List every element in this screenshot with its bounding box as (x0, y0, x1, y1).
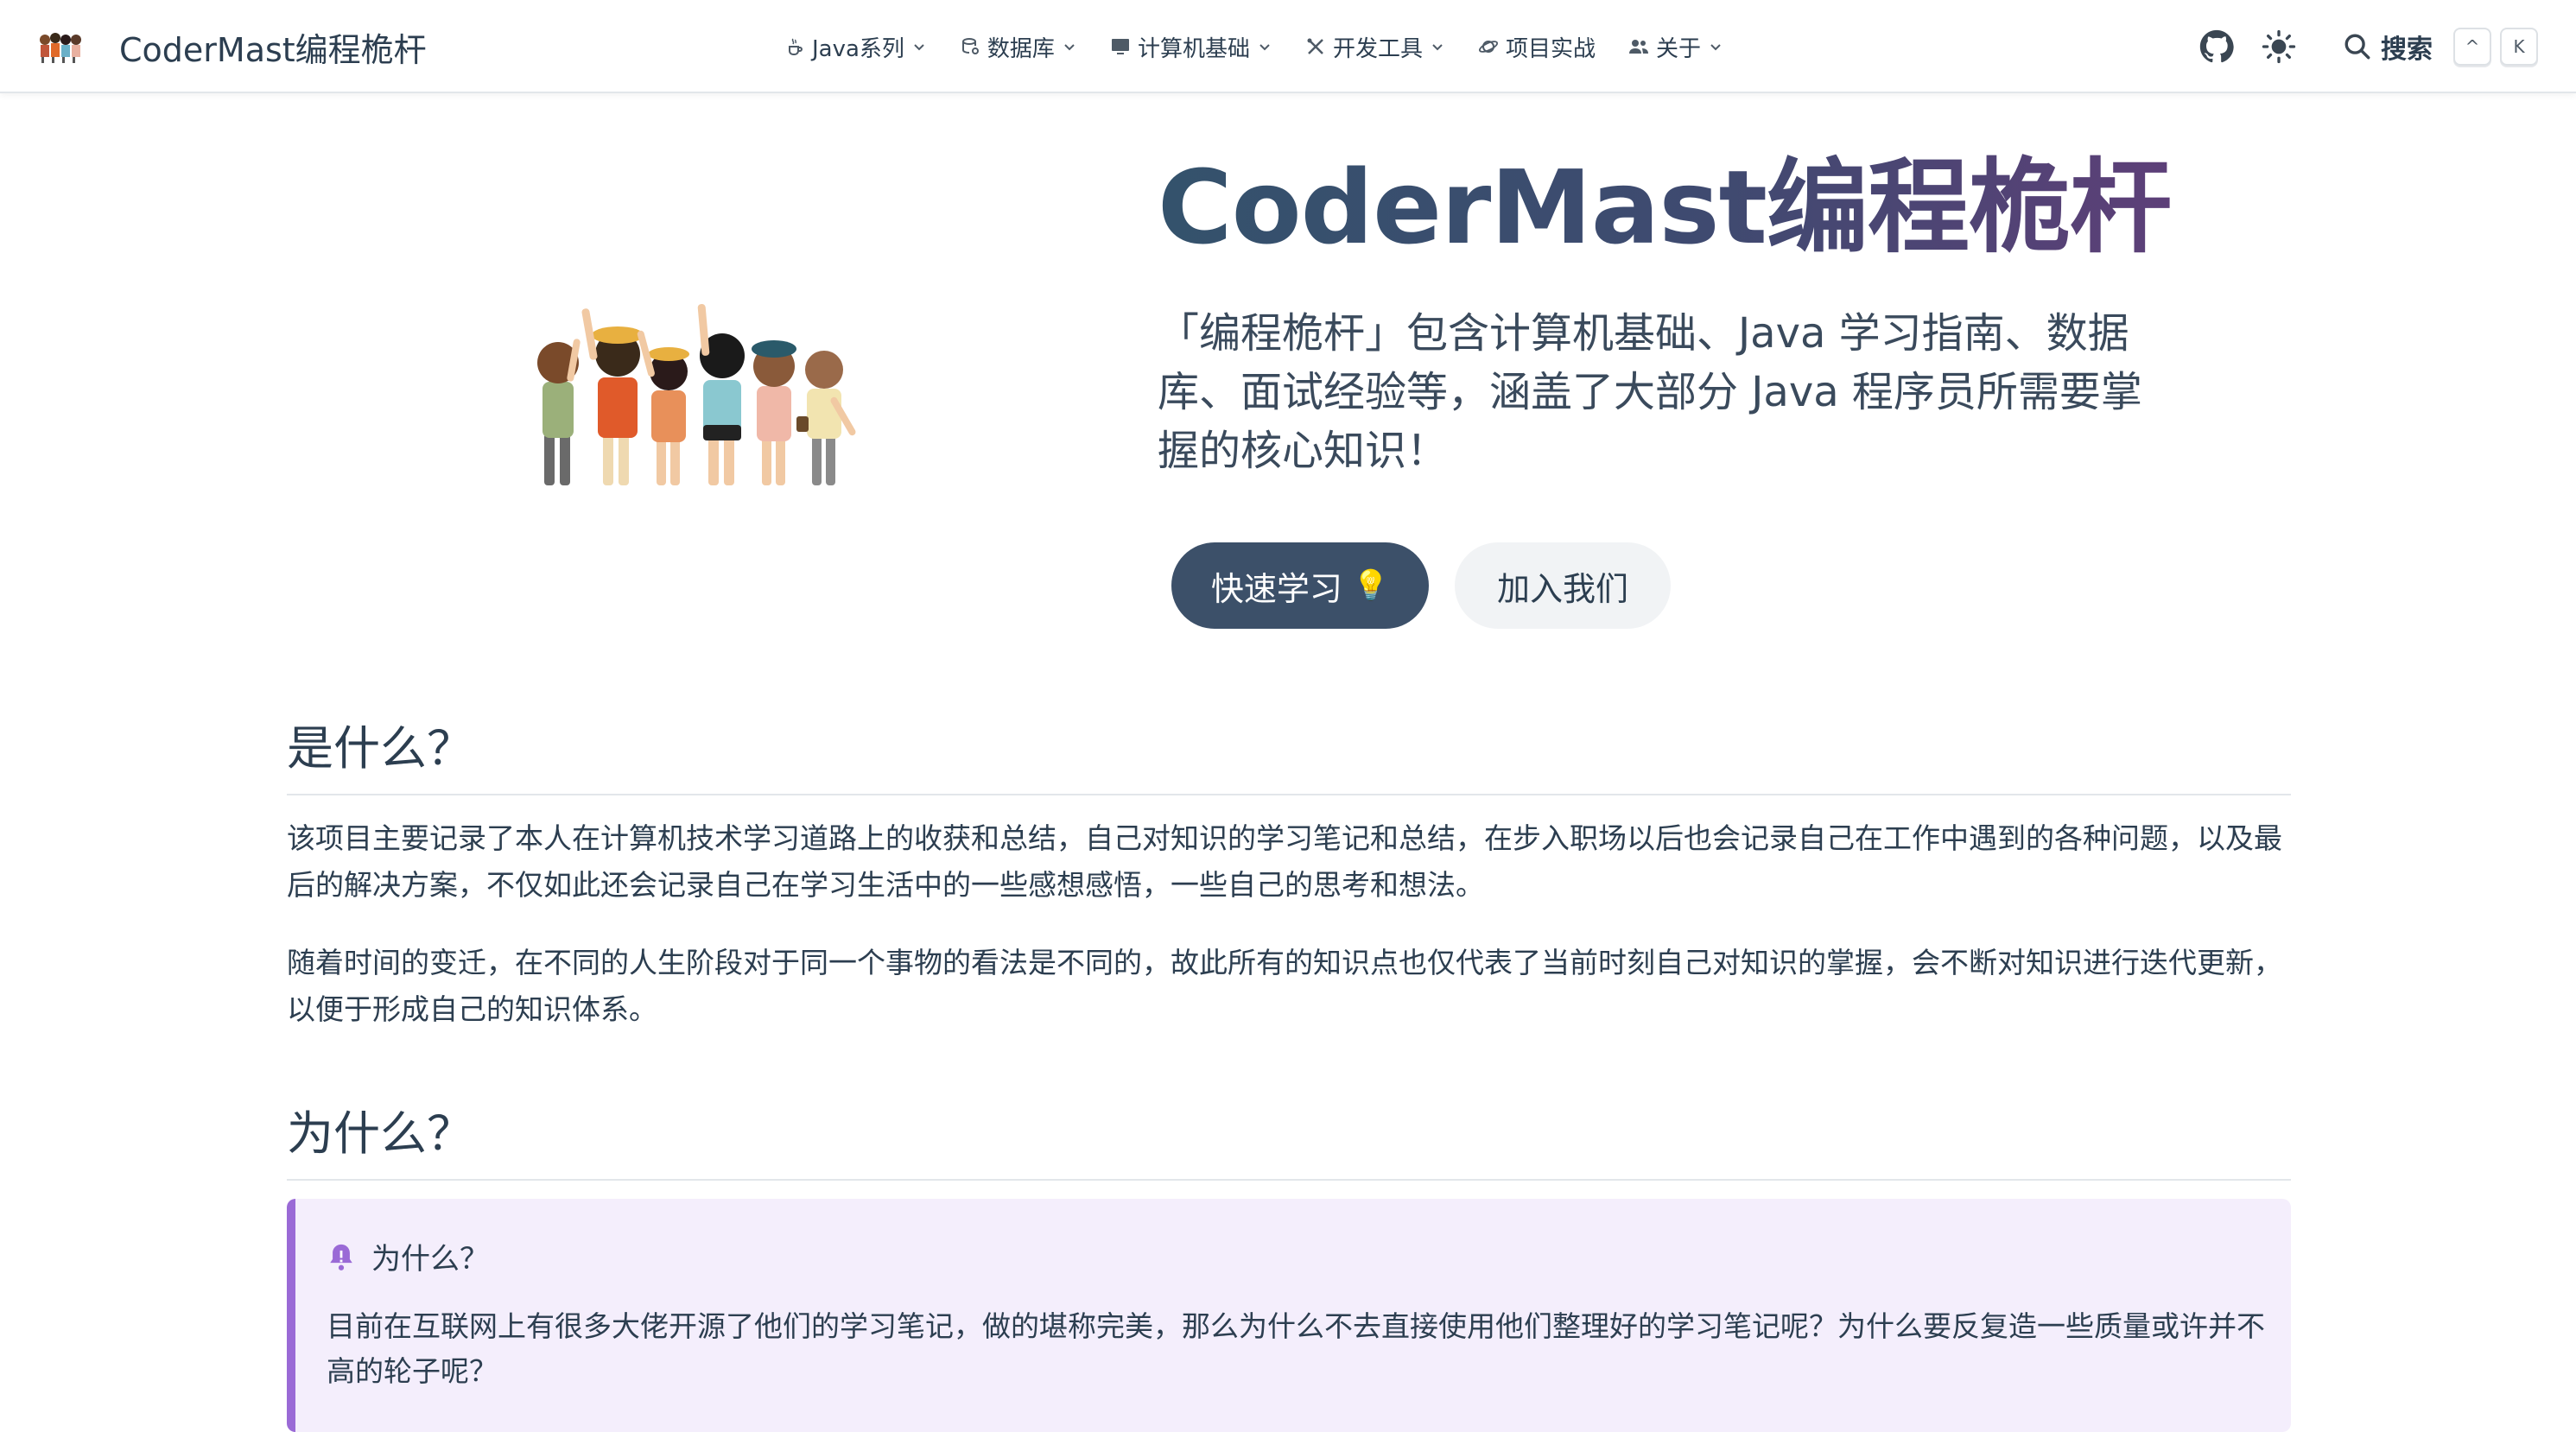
nav-item-label: 关于 (1655, 35, 1701, 62)
search-icon (2344, 34, 2370, 60)
nav-item-cs-basics[interactable]: 计算机基础 (1110, 31, 1272, 63)
database-icon (961, 38, 979, 54)
nav-item-label: Java系列 (812, 35, 904, 62)
nav-item-label: 数据库 (987, 35, 1055, 62)
section-title-what: 是什么？ (287, 710, 2291, 795)
hero-title: CoderMast编程桅杆 (1158, 124, 2172, 272)
quick-start-label: 快速学习 (1210, 569, 1342, 608)
hero-illustration (537, 304, 856, 485)
main-nav: Java系列 数据库 计算机基础 开发工具 项目实战 关于 (784, 17, 1723, 76)
hero-description: 「编程桅杆」包含计算机基础、Java 学习指南、数据库、面试经验等，涵盖了大部分… (1158, 309, 2142, 475)
join-us-label: 加入我们 (1496, 569, 1628, 608)
callout-header: 为什么？ (327, 1235, 489, 1277)
search-button[interactable]: 搜索 ^ K (2343, 25, 2538, 68)
planet-icon (1478, 41, 1498, 53)
users-icon (1628, 40, 1648, 54)
quick-start-button[interactable]: 快速学习 💡 (1171, 542, 1429, 629)
nav-item-label: 项目实战 (1505, 35, 1596, 62)
section-title-why: 为什么？ (287, 1095, 2291, 1181)
nav-item-label: 开发工具 (1332, 35, 1423, 62)
section-paragraph: 随着时间的变迁，在不同的人生阶段对于同一个事物的看法是不同的，故此所有的知识点也… (287, 946, 2282, 1026)
callout-body: 目前在互联网上有很多大佬开源了他们的学习笔记，做的堪称完美，那么为什么不去直接使… (327, 1309, 2265, 1388)
nav-item-projects[interactable]: 项目实战 (1478, 31, 1596, 63)
shortcut-key-ctrl: ^ (2453, 28, 2491, 66)
nav-item-database[interactable]: 数据库 (960, 31, 1077, 63)
sun-icon (2262, 29, 2296, 64)
nav-item-label: 计算机基础 (1137, 35, 1250, 62)
top-navbar: CoderMast编程桅杆 Java系列 数据库 计算机基础 开发工具 项目实战 (0, 0, 2576, 93)
chevron-down-icon (1259, 44, 1270, 51)
tools-icon (1307, 38, 1323, 54)
site-brand[interactable]: CoderMast编程桅杆 (38, 17, 427, 76)
github-icon (2199, 29, 2234, 63)
shortcut-key-k: K (2500, 28, 2538, 66)
search-label: 搜索 (2381, 35, 2433, 65)
callout-box: 为什么？ 目前在互联网上有很多大佬开源了他们的学习笔记，做的堪称完美，那么为什么… (287, 1199, 2291, 1432)
monitor-icon (1111, 39, 1129, 54)
github-link[interactable] (2198, 28, 2236, 66)
callout-title: 为什么？ (371, 1242, 489, 1277)
join-us-button[interactable]: 加入我们 (1455, 542, 1671, 629)
nav-item-dev-tools[interactable]: 开发工具 (1305, 31, 1445, 63)
theme-toggle[interactable] (2260, 28, 2298, 66)
chevron-down-icon (914, 44, 924, 51)
chevron-down-icon (1432, 44, 1443, 51)
java-cup-icon (789, 38, 803, 55)
chevron-down-icon (1064, 44, 1075, 51)
site-logo-icon (40, 33, 81, 63)
nav-item-java[interactable]: Java系列 (784, 31, 927, 63)
site-title: CoderMast编程桅杆 (119, 30, 427, 69)
section-paragraph: 该项目主要记录了本人在计算机技术学习道路上的收获和总结，自己对知识的学习笔记和总… (287, 821, 2282, 902)
lightbulb-icon: 💡 (1352, 568, 1390, 603)
navbar-actions: 搜索 ^ K (2198, 17, 2538, 76)
chevron-down-icon (1710, 44, 1721, 51)
bell-icon (330, 1244, 352, 1270)
nav-item-about[interactable]: 关于 (1628, 31, 1723, 63)
